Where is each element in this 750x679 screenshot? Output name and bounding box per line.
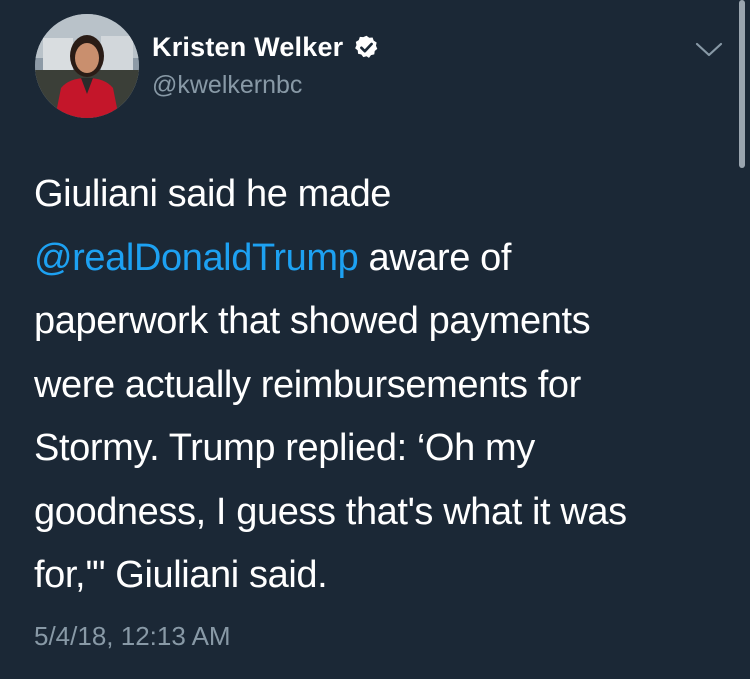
avatar[interactable]	[35, 14, 139, 118]
user-handle[interactable]: @kwelkernbc	[152, 71, 302, 100]
tweet-line: goodness, I guess that's what it was	[34, 490, 627, 533]
tweet-line: for,'" Giuliani said.	[34, 554, 328, 596]
avatar-image	[35, 14, 139, 118]
verified-badge-icon	[353, 34, 380, 61]
tweet-text: Giuliani said he made @realDonaldTrump a…	[34, 163, 714, 608]
chevron-down-icon	[695, 42, 723, 57]
mention-link[interactable]: @realDonaldTrump	[34, 237, 359, 279]
tweet-line: @realDonaldTrump aware of	[34, 227, 714, 291]
display-name-row: Kristen Welker	[152, 30, 380, 64]
tweet-line-text: aware of	[358, 236, 512, 279]
tweet-card: Kristen Welker @kwelkernbc Giuliani said…	[0, 0, 750, 679]
tweet-line: Giuliani said he made	[34, 173, 392, 215]
tweet-line: Stormy. Trump replied: ‘Oh my	[34, 427, 535, 469]
tweet-line: were actually reimbursements for	[34, 363, 581, 406]
tweet-menu-button[interactable]	[693, 38, 725, 60]
tweet-timestamp[interactable]: 5/4/18, 12:13 AM	[34, 621, 231, 652]
tweet-line: paperwork that showed payments	[34, 300, 591, 342]
scrollbar[interactable]	[739, 0, 745, 168]
display-name[interactable]: Kristen Welker	[152, 32, 343, 63]
